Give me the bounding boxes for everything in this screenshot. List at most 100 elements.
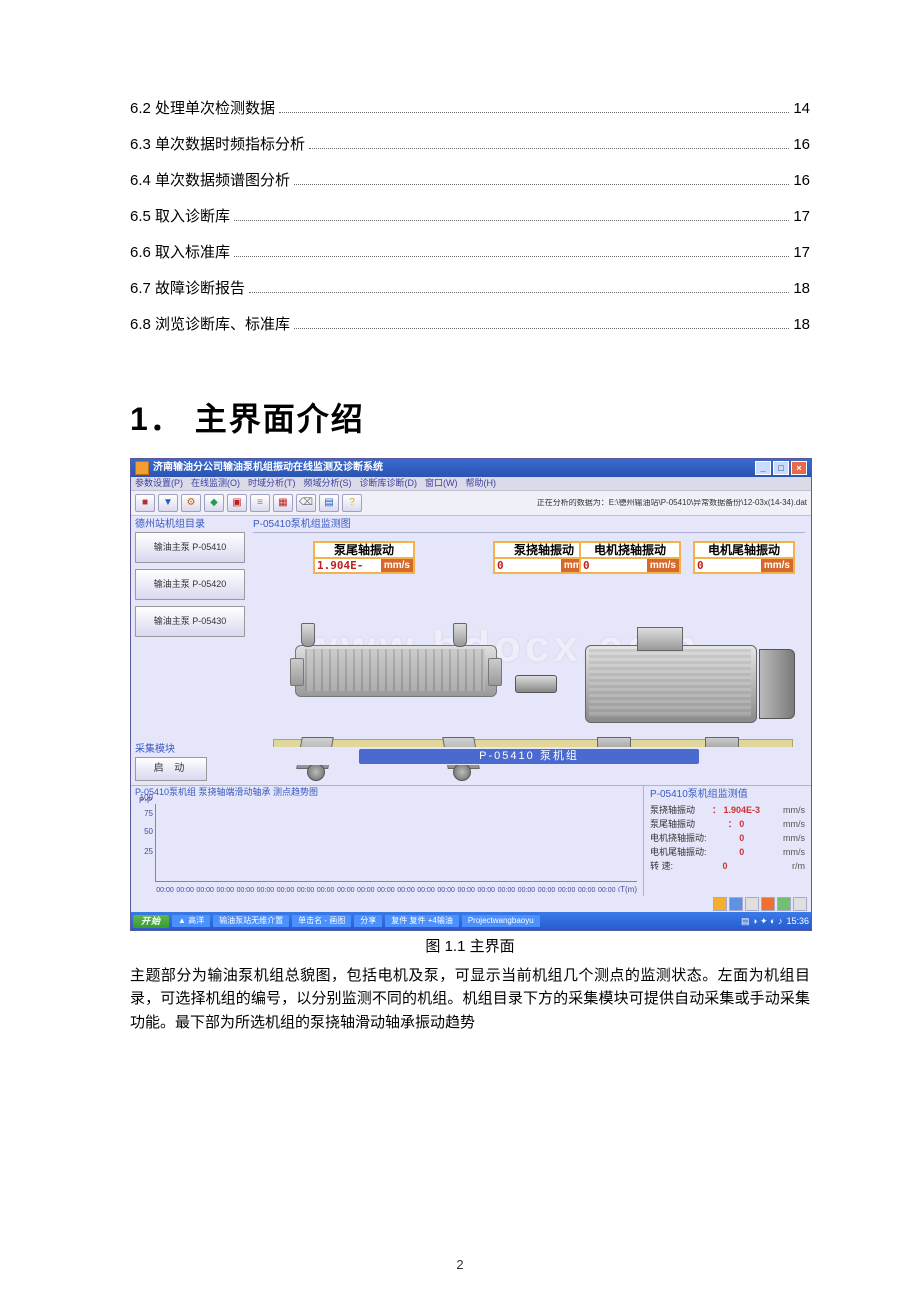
menu-item[interactable]: 帮助(H) [466, 478, 497, 488]
section-heading: 1． 主界面介绍 [130, 394, 810, 440]
small-btn[interactable] [729, 897, 743, 911]
tool-icon-1[interactable]: ■ [135, 494, 155, 512]
taskbar-item[interactable]: ▲ 高洋 [172, 915, 210, 927]
taskbar-item[interactable]: 单击名 - 画图 [292, 915, 351, 927]
diagram-caption: P-05410 泵机组 [359, 749, 699, 764]
diagram-area: www.bdocx.com 泵尾轴振动1.904E-mm/s泵挠轴振动0mm/s… [253, 535, 805, 785]
taskbar-item[interactable]: 复件 复件 +4输油 [385, 915, 459, 927]
pump-select-button[interactable]: 输油主泵 P-05430 [135, 606, 245, 637]
gauge-value: 0 [495, 559, 561, 572]
tool-icon-8[interactable]: ⌫ [296, 494, 316, 512]
toc-leader [234, 256, 789, 257]
stat-row: 泵挠轴振动： 1.904E-3mm/s [650, 806, 805, 815]
trend-x-axis-label: T(m) [620, 886, 637, 894]
gauge-label: 泵尾轴振动 [313, 541, 415, 559]
toc-entry[interactable]: 6.6 取入标准库 17 [130, 244, 810, 262]
xtick: 00:00 [577, 887, 597, 894]
close-button[interactable]: × [791, 461, 807, 475]
tool-icon-3[interactable]: ⚙ [181, 494, 201, 512]
body-paragraph: 主题部分为输油泵机组总貌图，包括电机及泵，可显示当前机组几个测点的监测状态。左面… [130, 964, 810, 1034]
xtick: 00:00 [536, 887, 556, 894]
stat-label: 电机挠轴振动: [650, 834, 707, 843]
tool-icon-4[interactable]: ◆ [204, 494, 224, 512]
toc-entry[interactable]: 6.5 取入诊断库 17 [130, 208, 810, 226]
menu-item[interactable]: 频域分析(S) [304, 478, 352, 488]
maximize-button[interactable]: □ [773, 461, 789, 475]
small-btn[interactable] [793, 897, 807, 911]
stat-value: ： 0 [728, 820, 745, 829]
small-btn[interactable] [777, 897, 791, 911]
toc-page: 14 [793, 100, 810, 118]
xtick: 00:00 [275, 887, 295, 894]
toc-entry[interactable]: 6.2 处理单次检测数据 14 [130, 100, 810, 118]
pump-select-button[interactable]: 输油主泵 P-05410 [135, 532, 245, 563]
xtick: 00:00 [557, 887, 577, 894]
stat-value: 0 [739, 848, 744, 857]
tray-icons[interactable]: ▤ ◑ ✦ ◐ ♪ [741, 917, 782, 926]
menu-item[interactable]: 窗口(W) [425, 478, 458, 488]
stats-panel: P-05410泵机组监测值 泵挠轴振动： 1.904E-3mm/s泵尾轴振动： … [643, 786, 811, 896]
stat-unit: mm/s [777, 848, 805, 857]
app-icon [135, 461, 149, 475]
menu-item[interactable]: 时域分析(T) [248, 478, 296, 488]
toc-page: 17 [793, 208, 810, 226]
xtick: 00:00 [376, 887, 396, 894]
gauge-unit: mm/s [647, 559, 679, 572]
xtick: 00:00 [396, 887, 416, 894]
toc-entry[interactable]: 6.7 故障诊断报告 18 [130, 280, 810, 298]
menu-item[interactable]: 诊断库诊断(D) [360, 478, 418, 488]
small-btn[interactable] [713, 897, 727, 911]
menu-item[interactable]: 在线监测(O) [191, 478, 240, 488]
app-title: 济南输油分公司输油泵机组振动在线监测及诊断系统 [153, 463, 383, 473]
xtick: 00:00 [316, 887, 336, 894]
tool-icon-10[interactable]: ? [342, 494, 362, 512]
ytick: 50 [135, 828, 153, 836]
toc-label: 6.4 单次数据频谱图分析 [130, 172, 290, 190]
table-of-contents: 6.2 处理单次检测数据 14 6.3 单次数据时频指标分析 16 6.4 单次数据… [130, 100, 810, 334]
taskbar-clock: 15:36 [786, 917, 809, 926]
xtick: 00:00 [296, 887, 316, 894]
toc-entry[interactable]: 6.8 浏览诊断库、标准库 18 [130, 316, 810, 334]
tool-icon-6[interactable]: ≡ [250, 494, 270, 512]
small-btn[interactable] [745, 897, 759, 911]
toc-page: 18 [793, 316, 810, 334]
taskbar-item[interactable]: 分享 [354, 915, 382, 927]
small-toolbar [131, 896, 811, 912]
toc-page: 16 [793, 172, 810, 190]
tool-icon-9[interactable]: ▤ [319, 494, 339, 512]
tool-icon-5[interactable]: ▣ [227, 494, 247, 512]
tool-icon-7[interactable]: ▦ [273, 494, 293, 512]
module-title: 采集模块 [135, 745, 245, 755]
section-number: 1． [130, 401, 184, 437]
taskbar: 开始 ▲ 高洋输油泵站无维介置单击名 - 画图分享复件 复件 +4输油Proje… [131, 912, 811, 930]
gauge-unit: mm/s [761, 559, 793, 572]
pump-select-button[interactable]: 输油主泵 P-05420 [135, 569, 245, 600]
toc-leader [279, 112, 789, 113]
gauge-unit: mm/s [381, 559, 413, 572]
start-menu-button[interactable]: 开始 [133, 915, 169, 928]
stat-row: 转 速: 0r/m [650, 862, 805, 871]
toc-leader [234, 220, 789, 221]
start-button[interactable]: 启 动 [135, 757, 207, 781]
taskbar-item[interactable]: Projectwangbaoyu [462, 915, 540, 927]
toc-entry[interactable]: 6.4 单次数据频谱图分析 16 [130, 172, 810, 190]
toc-entry[interactable]: 6.3 单次数据时频指标分析 16 [130, 136, 810, 154]
toc-label: 6.6 取入标准库 [130, 244, 230, 262]
trend-title: P-05410泵机组 泵挠轴端滑动轴承 测点趋势图 [135, 787, 318, 797]
taskbar-item[interactable]: 输油泵站无维介置 [213, 915, 289, 927]
toolbar: ■ ▼ ⚙ ◆ ▣ ≡ ▦ ⌫ ▤ ? 正在分析的数据为：E:\德州输油站\P-… [131, 490, 811, 516]
gauge: 电机尾轴振动0mm/s [693, 541, 795, 574]
title-bar[interactable]: 济南输油分公司输油泵机组振动在线监测及诊断系统 _ □ × [131, 459, 811, 477]
xtick: 00:00 [336, 887, 356, 894]
tool-icon-2[interactable]: ▼ [158, 494, 178, 512]
stat-row: 电机挠轴振动: 0mm/s [650, 834, 805, 843]
minimize-button[interactable]: _ [755, 461, 771, 475]
small-btn[interactable] [761, 897, 775, 911]
xtick: 00:00 [416, 887, 436, 894]
menu-item[interactable]: 参数设置(P) [135, 478, 183, 488]
xtick: 00:00 [215, 887, 235, 894]
stat-label: 电机尾轴振动: [650, 848, 707, 857]
gauge: 电机挠轴振动0mm/s [579, 541, 681, 574]
stat-value: 0 [723, 862, 728, 871]
stat-unit: mm/s [777, 820, 805, 829]
